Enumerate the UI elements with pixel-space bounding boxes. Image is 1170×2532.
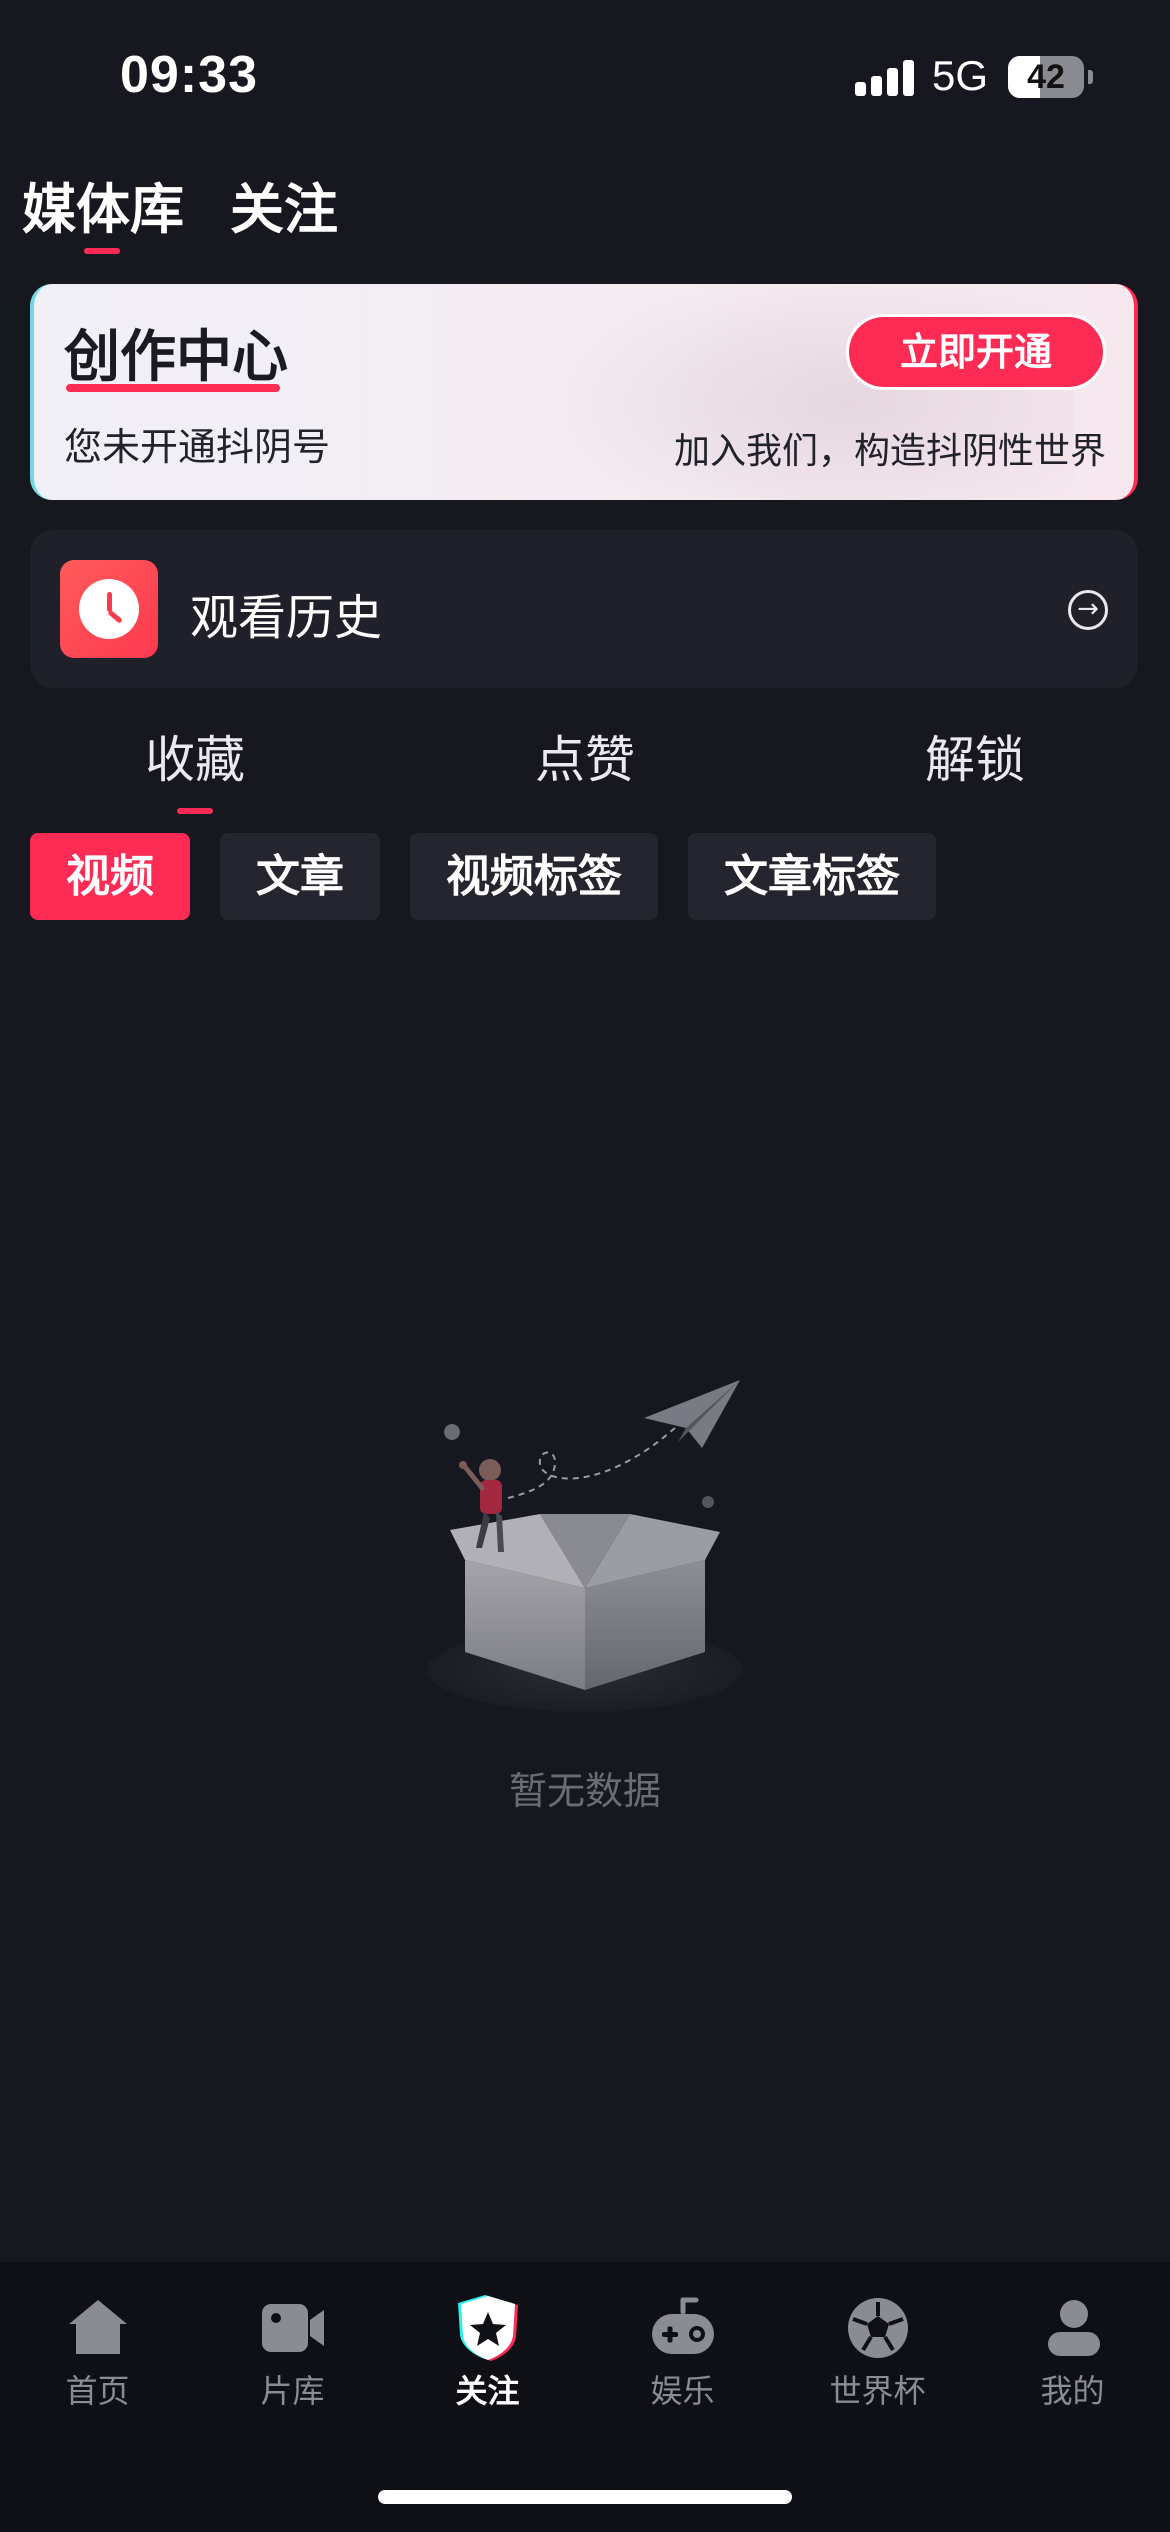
tab-label: 点赞: [535, 731, 635, 789]
activate-now-button[interactable]: 立即开通: [846, 314, 1106, 390]
chip-article-tags[interactable]: 文章标签: [688, 833, 936, 920]
tab-likes[interactable]: 点赞: [465, 720, 705, 800]
nav-label: 世界杯: [829, 2372, 926, 2410]
tab-favorites[interactable]: 收藏: [75, 720, 315, 814]
top-tabs: 媒体库 关注: [22, 170, 338, 260]
status-bar: 09:33 5G 42: [0, 0, 1170, 150]
gamepad-icon: [651, 2297, 714, 2354]
tab-unlocked[interactable]: 解锁: [855, 720, 1095, 800]
tab-label: 媒体库: [22, 178, 184, 241]
nav-label: 首页: [65, 2372, 130, 2410]
empty-state-text: 暂无数据: [508, 1769, 661, 1813]
home-icon: [68, 2300, 127, 2354]
chip-video[interactable]: 视频: [30, 833, 190, 920]
network-label: 5G: [932, 52, 989, 99]
clock-icon: [60, 560, 158, 658]
battery-icon: 42: [1008, 56, 1084, 98]
chip-video-tags[interactable]: 视频标签: [410, 833, 658, 920]
signal-icon: [855, 58, 915, 96]
watch-history-card[interactable]: 观看历史 →: [30, 530, 1138, 688]
tab-label: 关注: [230, 178, 338, 241]
video-camera-icon: [261, 2304, 324, 2352]
app-screen: 09:33 5G 42 媒体库 关注 创作中心 您未开通抖阴号 立即开通 加入我…: [0, 0, 1170, 2532]
banner-title-underline: [66, 384, 280, 392]
arrow-right-icon: →: [1068, 590, 1108, 630]
status-time: 09:33: [120, 46, 258, 104]
section-tabs: 收藏 点赞 解锁: [0, 720, 1170, 820]
nav-item-entertainment[interactable]: 娱乐: [585, 2292, 780, 2412]
empty-box-illustration: [427, 1380, 743, 1712]
nav-label: 娱乐: [650, 2372, 715, 2410]
active-tab-indicator: [177, 808, 213, 814]
tab-media-library[interactable]: 媒体库: [22, 170, 184, 260]
nav-label: 我的: [1040, 2372, 1105, 2410]
chip-article[interactable]: 文章: [220, 833, 380, 920]
nav-item-world-cup[interactable]: 世界杯: [780, 2292, 975, 2412]
nav-item-me[interactable]: 我的: [975, 2292, 1170, 2412]
battery-tip: [1088, 70, 1093, 84]
home-indicator[interactable]: [378, 2490, 792, 2504]
tab-label: 解锁: [925, 731, 1025, 789]
filter-chips: 视频 文章 视频标签 文章标签: [30, 833, 936, 920]
tab-label: 收藏: [145, 731, 245, 789]
tab-follow[interactable]: 关注: [230, 170, 338, 260]
banner-subtitle: 您未开通抖阴号: [64, 425, 331, 469]
nav-item-follow[interactable]: 关注: [390, 2292, 585, 2412]
nav-label: 关注: [455, 2372, 520, 2410]
soccer-ball-icon: [847, 2298, 908, 2358]
user-icon: [1047, 2300, 1100, 2356]
battery-percent: 42: [1027, 58, 1065, 96]
watch-history-label: 观看历史: [190, 590, 383, 646]
nav-label: 片库: [260, 2372, 325, 2410]
nav-item-home[interactable]: 首页: [0, 2292, 195, 2412]
star-shield-icon: [457, 2295, 518, 2361]
banner-tagline: 加入我们，构造抖阴性世界: [673, 431, 1106, 472]
active-tab-indicator: [84, 248, 120, 254]
nav-item-library[interactable]: 片库: [195, 2292, 390, 2412]
banner-title: 创作中心: [64, 325, 288, 390]
creator-center-banner[interactable]: 创作中心 您未开通抖阴号 立即开通 加入我们，构造抖阴性世界: [30, 284, 1138, 500]
